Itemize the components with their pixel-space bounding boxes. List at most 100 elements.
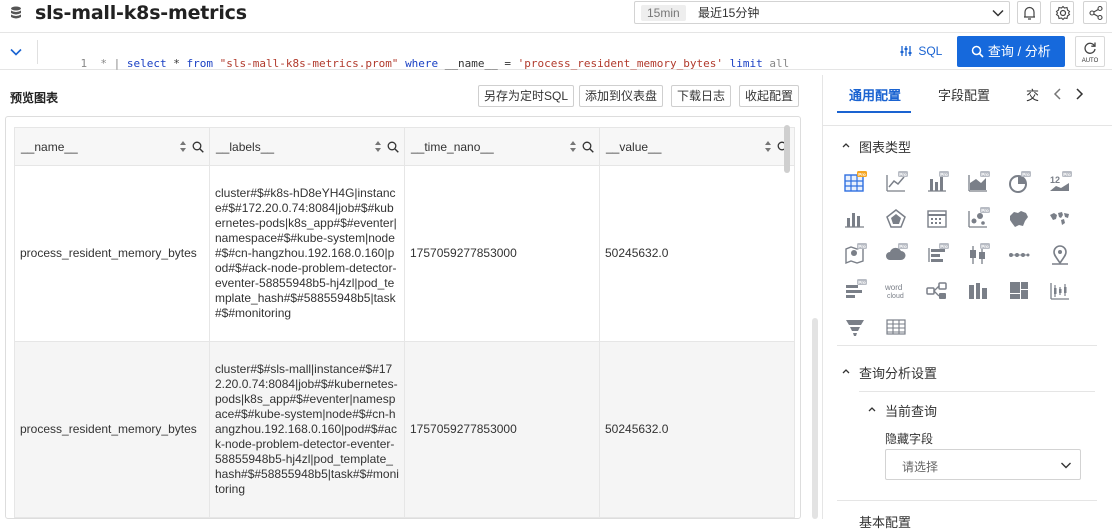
query-analyze-button[interactable]: 查询 / 分析: [957, 36, 1065, 67]
svg-text:Pro: Pro: [1022, 172, 1030, 177]
search-icon[interactable]: [582, 141, 594, 153]
divider: [37, 40, 38, 64]
preview-chart-title: 预览图表: [10, 91, 59, 105]
svg-text:Pro: Pro: [940, 244, 948, 249]
column-name: __labels__: [216, 139, 275, 154]
column-name: __time_nano__: [411, 139, 494, 154]
svg-text:Pro: Pro: [981, 244, 989, 249]
chevron-down-icon[interactable]: [8, 44, 24, 60]
search-icon[interactable]: [387, 141, 399, 153]
divider: [859, 391, 1095, 392]
auto-refresh-button[interactable]: AUTO: [1075, 36, 1105, 67]
svg-text:Pro: Pro: [899, 172, 907, 177]
query-token: [723, 57, 730, 70]
scatter-chart-pro-icon[interactable]: Pro: [966, 207, 990, 231]
current-query-title: 当前查询: [885, 404, 938, 419]
chart-type-grid: Pro Pro Pro Pro Pro 12 Pro Pro Pro Pro Pro Pro Pro wo…: [843, 171, 1083, 336]
word-cloud-icon[interactable]: word cloud: [884, 279, 908, 303]
china-map-icon[interactable]: [1007, 207, 1031, 231]
sort-icon[interactable]: [764, 140, 772, 153]
save-scheduled-sql-button[interactable]: 另存为定时SQL: [478, 85, 575, 107]
chevron-right-icon[interactable]: [1074, 87, 1084, 101]
list-bar-pro-icon[interactable]: Pro: [843, 279, 867, 303]
collapse-config-button[interactable]: 收起配置: [739, 85, 800, 107]
query-token: *: [166, 57, 187, 70]
cross-table-icon[interactable]: [884, 315, 908, 339]
query-token: from: [186, 57, 214, 70]
query-token: "sls-mall-k8s-metrics.prom": [219, 57, 399, 70]
funnel-chart-icon[interactable]: [843, 315, 867, 339]
sort-icon[interactable]: [179, 140, 187, 153]
column-header[interactable]: __value__: [599, 127, 795, 166]
search-icon[interactable]: [192, 141, 204, 153]
column-chart-icon[interactable]: [843, 207, 867, 231]
table-chart-pro-icon[interactable]: Pro: [843, 171, 867, 195]
tab-interaction[interactable]: 交: [1026, 85, 1039, 104]
table-row: process_resident_memory_bytes cluster#$#…: [14, 165, 795, 342]
topology-icon[interactable]: [925, 279, 949, 303]
share-button[interactable]: [1083, 1, 1107, 24]
table-scrollbar[interactable]: [784, 125, 790, 173]
sql-mode-toggle[interactable]: SQL: [900, 44, 942, 58]
column-name: __value__: [606, 139, 662, 154]
query-editor[interactable]: 1 * | select * from "sls-mall-k8s-metric…: [54, 44, 790, 83]
tab-field-config[interactable]: 字段配置: [938, 85, 990, 104]
flow-dots-icon[interactable]: [1007, 243, 1031, 267]
radar-chart-icon[interactable]: [884, 207, 908, 231]
settings-button[interactable]: [1050, 1, 1074, 24]
chevron-up-icon[interactable]: [841, 366, 851, 376]
calendar-heatmap-icon[interactable]: [925, 207, 949, 231]
table-cell: process_resident_memory_bytes: [14, 165, 210, 342]
table-row: process_resident_memory_bytes cluster#$#…: [14, 341, 795, 518]
svg-text:Pro: Pro: [1063, 172, 1071, 177]
alert-button[interactable]: [1017, 1, 1041, 24]
add-to-dashboard-button[interactable]: 添加到仪表盘: [579, 85, 664, 107]
chevron-up-icon[interactable]: [841, 140, 851, 150]
table-cell: process_resident_memory_bytes: [14, 341, 210, 518]
tab-general-config[interactable]: 通用配置: [849, 85, 901, 104]
location-pin-icon[interactable]: [1048, 243, 1072, 267]
sliders-icon: [900, 46, 912, 56]
world-map-icon[interactable]: [1048, 207, 1072, 231]
pie-chart-pro-icon[interactable]: Pro: [1007, 171, 1031, 195]
stat-chart-pro-icon[interactable]: 12 Pro: [1048, 171, 1072, 195]
column-header[interactable]: __name__: [14, 127, 210, 166]
map-pin-chart-icon[interactable]: Pro: [843, 243, 867, 267]
candlestick-icon[interactable]: [1048, 279, 1072, 303]
data-table: __name__ __labels__ __time_nano__ __valu…: [14, 127, 795, 518]
column-header[interactable]: __time_nano__: [404, 127, 600, 166]
line-chart-pro-icon[interactable]: Pro: [884, 171, 908, 195]
query-token: limit: [729, 57, 763, 70]
boxplot-icon[interactable]: Pro: [966, 243, 990, 267]
svg-text:Pro: Pro: [858, 172, 866, 177]
active-tab-indicator: [837, 111, 911, 113]
column-header[interactable]: __labels__: [209, 127, 405, 166]
histogram-icon[interactable]: [966, 279, 990, 303]
panel-scrollbar[interactable]: [812, 318, 818, 519]
hidden-fields-label: 隐藏字段: [885, 432, 934, 446]
svg-text:cloud: cloud: [887, 293, 904, 300]
bar-chart-pro-icon[interactable]: Pro: [925, 171, 949, 195]
table-cell: 50245632.0: [599, 341, 795, 518]
hidden-fields-select[interactable]: 请选择: [885, 449, 1081, 480]
header-bar: sls-mall-k8s-metrics 15min 最近15分钟: [0, 0, 1112, 27]
table-cell: cluster#$#sls-mall|instance#$#172.20.0.7…: [209, 341, 405, 518]
download-log-button[interactable]: 下载日志: [671, 85, 732, 107]
time-range-select[interactable]: 15min 最近15分钟: [634, 1, 1010, 24]
progress-bar-icon[interactable]: Pro: [925, 243, 949, 267]
divider: [837, 345, 1097, 346]
chevron-left-icon[interactable]: [1053, 87, 1063, 101]
sort-icon[interactable]: [569, 140, 577, 153]
chevron-up-icon[interactable]: [867, 404, 877, 414]
sort-icon[interactable]: [374, 140, 382, 153]
query-token: select: [126, 57, 167, 70]
query-text[interactable]: * | select * from "sls-mall-k8s-metrics.…: [100, 57, 789, 70]
chevron-down-icon: [1061, 462, 1071, 469]
treemap-icon[interactable]: [1007, 279, 1031, 303]
cloud-map-icon[interactable]: Pro: [884, 243, 908, 267]
table-cell: 50245632.0: [599, 165, 795, 342]
area-chart-pro-icon[interactable]: Pro: [966, 171, 990, 195]
table-cell: 1757059277853000: [404, 165, 600, 342]
table-cell: 1757059277853000: [404, 341, 600, 518]
query-token: all: [762, 57, 790, 70]
